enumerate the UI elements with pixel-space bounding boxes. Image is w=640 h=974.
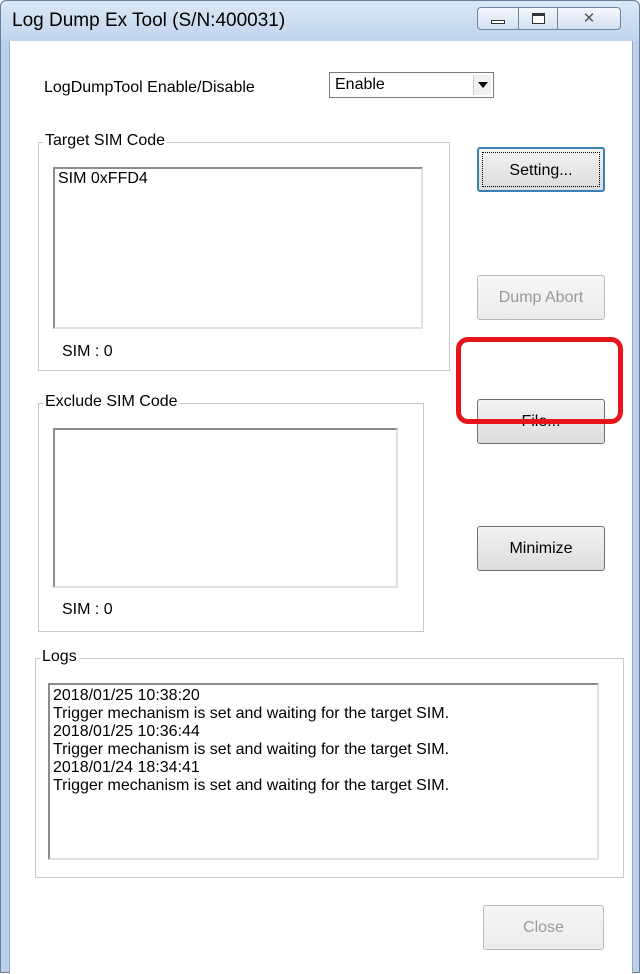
exclude-sim-legend: Exclude SIM Code: [43, 393, 180, 411]
logs-text-area[interactable]: 2018/01/25 10:38:20 Trigger mechanism is…: [48, 683, 599, 860]
logs-group: Logs 2018/01/25 10:38:20 Trigger mechani…: [35, 648, 624, 878]
dump-abort-button[interactable]: Dump Abort: [477, 275, 605, 320]
window-minimize-button[interactable]: [477, 7, 519, 30]
log-line: 2018/01/25 10:36:44: [53, 723, 200, 740]
logs-legend: Logs: [40, 648, 79, 666]
log-line: Trigger mechanism is set and waiting for…: [53, 741, 450, 758]
close-button-label: Close: [523, 919, 564, 936]
exclude-sim-count: SIM : 0: [62, 601, 113, 618]
minimize-icon: [491, 20, 505, 24]
log-line: 2018/01/25 10:38:20: [53, 687, 200, 704]
app-window: Log Dump Ex Tool (S/N:400031) ✕ LogDumpT…: [0, 0, 640, 974]
file-button-highlight: [456, 337, 623, 424]
window-maximize-button[interactable]: [518, 7, 558, 30]
target-sim-list[interactable]: SIM 0xFFD4: [53, 167, 423, 329]
chevron-down-icon[interactable]: [473, 75, 491, 95]
window-close-button[interactable]: ✕: [557, 7, 621, 30]
minimize-button-label: Minimize: [509, 540, 573, 557]
focus-rect: [482, 152, 600, 187]
setting-button[interactable]: Setting...: [477, 147, 605, 192]
title-bar[interactable]: Log Dump Ex Tool (S/N:400031) ✕: [1, 1, 639, 41]
enable-disable-label: LogDumpTool Enable/Disable: [44, 79, 255, 96]
target-sim-count: SIM : 0: [62, 343, 113, 360]
window-title: Log Dump Ex Tool (S/N:400031): [12, 10, 286, 31]
exclude-sim-list[interactable]: [53, 428, 398, 588]
target-sim-group: Target SIM Code SIM 0xFFD4 SIM : 0: [38, 132, 450, 371]
target-sim-legend: Target SIM Code: [43, 132, 168, 150]
log-line: Trigger mechanism is set and waiting for…: [53, 705, 450, 722]
enable-disable-select[interactable]: Enable: [329, 72, 494, 98]
dump-abort-button-label: Dump Abort: [498, 289, 584, 306]
list-item[interactable]: SIM 0xFFD4: [55, 169, 421, 189]
dialog-body: LogDumpTool Enable/Disable Enable Target…: [9, 41, 633, 974]
close-button[interactable]: Close: [483, 905, 604, 950]
close-icon: ✕: [582, 10, 596, 27]
log-line: Trigger mechanism is set and waiting for…: [53, 777, 450, 794]
enable-disable-value: Enable: [335, 76, 385, 93]
minimize-button[interactable]: Minimize: [477, 526, 605, 571]
exclude-sim-group: Exclude SIM Code SIM : 0: [38, 393, 424, 632]
log-line: 2018/01/24 18:34:41: [53, 759, 200, 776]
maximize-icon: [532, 13, 545, 24]
